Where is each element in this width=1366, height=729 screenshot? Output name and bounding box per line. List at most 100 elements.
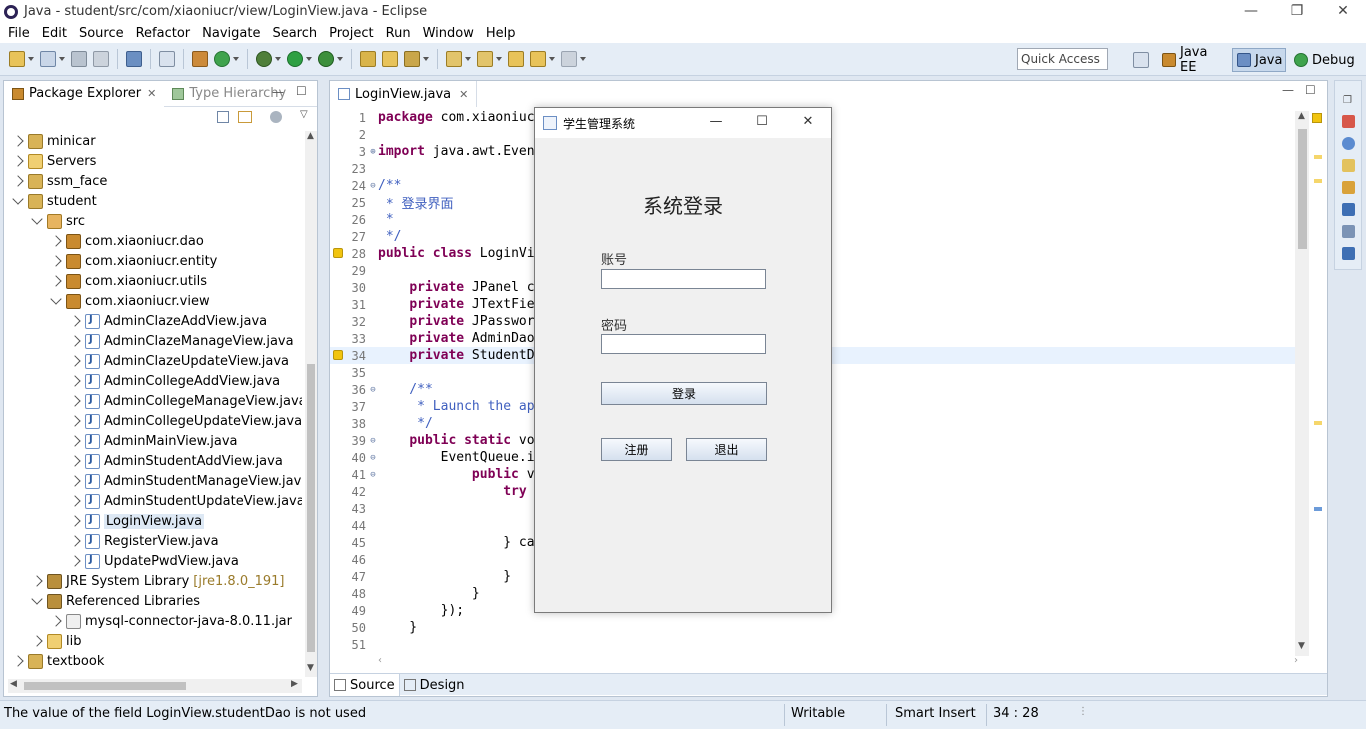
expand-icon[interactable] bbox=[69, 515, 81, 527]
prev-annotation-dropdown-icon[interactable] bbox=[496, 57, 502, 61]
menu-refactor[interactable]: Refactor bbox=[130, 26, 197, 41]
close-icon[interactable]: ✕ bbox=[147, 87, 156, 100]
tree-item[interactable]: com.xiaoniucr.utils bbox=[50, 271, 207, 291]
scroll-down-icon[interactable]: ▼ bbox=[307, 663, 314, 673]
expand-icon[interactable] bbox=[69, 535, 81, 547]
tree-item[interactable]: AdminClazeAddView.java bbox=[69, 311, 267, 331]
fold-toggle-icon[interactable]: ⊖ bbox=[368, 181, 378, 191]
editor-tab-loginview[interactable]: LoginView.java ✕ bbox=[330, 81, 478, 107]
fold-toggle-icon[interactable]: ⊖ bbox=[368, 470, 378, 480]
fold-toggle-icon[interactable]: ⊖ bbox=[368, 436, 378, 446]
tree-item[interactable]: JRE System Library [jre1.8.0_191] bbox=[31, 571, 284, 591]
tree-item[interactable]: AdminCollegeUpdateView.java bbox=[69, 411, 302, 431]
expand-icon[interactable] bbox=[12, 155, 24, 167]
new-package-dropdown-icon[interactable] bbox=[59, 57, 65, 61]
expand-icon[interactable] bbox=[69, 435, 81, 447]
run-icon[interactable] bbox=[287, 51, 303, 67]
maximize-view-icon[interactable]: ☐ bbox=[296, 84, 307, 98]
collapse-icon[interactable] bbox=[31, 213, 43, 225]
expand-icon[interactable] bbox=[12, 655, 24, 667]
tree-item[interactable]: student bbox=[12, 191, 97, 211]
tree-item[interactable]: RegisterView.java bbox=[69, 531, 219, 551]
menu-window[interactable]: Window bbox=[417, 26, 480, 41]
menu-project[interactable]: Project bbox=[323, 26, 379, 41]
expand-icon[interactable] bbox=[69, 375, 81, 387]
save-icon[interactable] bbox=[71, 51, 87, 67]
expand-icon[interactable] bbox=[50, 615, 62, 627]
tree-item[interactable]: AdminCollegeManageView.java bbox=[69, 391, 302, 411]
menu-search[interactable]: Search bbox=[266, 26, 323, 41]
maximize-editor-icon[interactable]: ☐ bbox=[1305, 83, 1316, 97]
new-dropdown-icon[interactable] bbox=[28, 57, 34, 61]
next-annotation-dropdown-icon[interactable] bbox=[465, 57, 471, 61]
debug-icon[interactable] bbox=[256, 51, 272, 67]
expand-icon[interactable] bbox=[69, 395, 81, 407]
console-icon[interactable] bbox=[126, 51, 142, 67]
warning-marker[interactable] bbox=[1314, 179, 1322, 183]
tree-item[interactable]: AdminStudentAddView.java bbox=[69, 451, 283, 471]
scroll-right-icon[interactable]: ▶ bbox=[291, 679, 298, 689]
forward-dropdown-icon[interactable] bbox=[580, 57, 586, 61]
save-all-icon[interactable] bbox=[93, 51, 109, 67]
new-java-project-icon[interactable] bbox=[360, 51, 376, 67]
login-button[interactable]: 登录 bbox=[601, 382, 767, 405]
scroll-up-icon[interactable]: ▲ bbox=[1298, 111, 1305, 121]
filters-icon[interactable] bbox=[270, 111, 282, 123]
scroll-right-icon[interactable]: › bbox=[1294, 655, 1298, 666]
view-menu-icon[interactable]: ▽ bbox=[300, 109, 308, 120]
minimize-button[interactable]: — bbox=[1228, 0, 1274, 23]
expand-icon[interactable] bbox=[31, 635, 43, 647]
fold-toggle-icon[interactable]: ⊖ bbox=[368, 453, 378, 463]
warning-summary-icon[interactable] bbox=[1312, 113, 1322, 123]
close-button[interactable]: ✕ bbox=[1320, 0, 1366, 23]
link-with-editor-icon[interactable] bbox=[238, 111, 252, 123]
account-input[interactable] bbox=[601, 269, 766, 289]
menu-edit[interactable]: Edit bbox=[36, 26, 73, 41]
tab-source[interactable]: Source bbox=[330, 674, 400, 696]
collapse-all-icon[interactable] bbox=[217, 111, 229, 123]
scroll-left-icon[interactable]: ‹ bbox=[378, 655, 382, 666]
expand-icon[interactable] bbox=[12, 175, 24, 187]
register-button[interactable]: 注册 bbox=[601, 438, 672, 461]
external-tools-dropdown-icon[interactable] bbox=[337, 57, 343, 61]
scroll-down-icon[interactable]: ▼ bbox=[1298, 641, 1305, 651]
expand-icon[interactable] bbox=[50, 255, 62, 267]
open-type-icon[interactable] bbox=[382, 51, 398, 67]
tree-item[interactable]: minicar bbox=[12, 131, 96, 151]
tree-item[interactable]: ssm_face bbox=[12, 171, 107, 191]
fold-toggle-icon[interactable]: ⊖ bbox=[368, 385, 378, 395]
tree-item[interactable]: textbook bbox=[12, 651, 104, 671]
fold-toggle-icon[interactable]: ⊕ bbox=[368, 147, 378, 157]
tab-design[interactable]: Design bbox=[400, 674, 469, 696]
restore-button[interactable]: ❐ bbox=[1274, 0, 1320, 23]
tree-item[interactable]: Servers bbox=[12, 151, 96, 171]
menu-source[interactable]: Source bbox=[73, 26, 130, 41]
last-edit-icon[interactable] bbox=[508, 51, 524, 67]
refresh-dropdown-icon[interactable] bbox=[233, 57, 239, 61]
password-input[interactable] bbox=[601, 334, 766, 354]
next-annotation-icon[interactable] bbox=[446, 51, 462, 67]
expand-icon[interactable] bbox=[69, 475, 81, 487]
tree-item[interactable]: AdminMainView.java bbox=[69, 431, 238, 451]
menu-navigate[interactable]: Navigate bbox=[196, 26, 266, 41]
collapse-icon[interactable] bbox=[50, 293, 62, 305]
dialog-maximize-button[interactable]: ☐ bbox=[739, 108, 785, 138]
debug-dropdown-icon[interactable] bbox=[275, 57, 281, 61]
scroll-thumb[interactable] bbox=[307, 364, 315, 652]
tree-item[interactable]: LoginView.java bbox=[69, 511, 205, 531]
progress-icon[interactable] bbox=[1342, 225, 1355, 238]
menu-help[interactable]: Help bbox=[480, 26, 522, 41]
tree-item[interactable]: src bbox=[31, 211, 85, 231]
refresh-icon[interactable] bbox=[214, 51, 230, 67]
tree-item[interactable]: com.xiaoniucr.dao bbox=[50, 231, 204, 251]
expand-icon[interactable] bbox=[12, 135, 24, 147]
expand-icon[interactable] bbox=[69, 495, 81, 507]
dialog-close-button[interactable]: ✕ bbox=[785, 108, 831, 138]
quick-access-input[interactable]: Quick Access bbox=[1017, 48, 1108, 70]
tree-item[interactable]: lib bbox=[31, 631, 81, 651]
code-line[interactable]: 51 bbox=[330, 636, 1305, 653]
back-dropdown-icon[interactable] bbox=[549, 57, 555, 61]
prev-annotation-icon[interactable] bbox=[477, 51, 493, 67]
perspective-debug[interactable]: Debug bbox=[1290, 48, 1362, 72]
warning-icon[interactable] bbox=[333, 248, 343, 258]
